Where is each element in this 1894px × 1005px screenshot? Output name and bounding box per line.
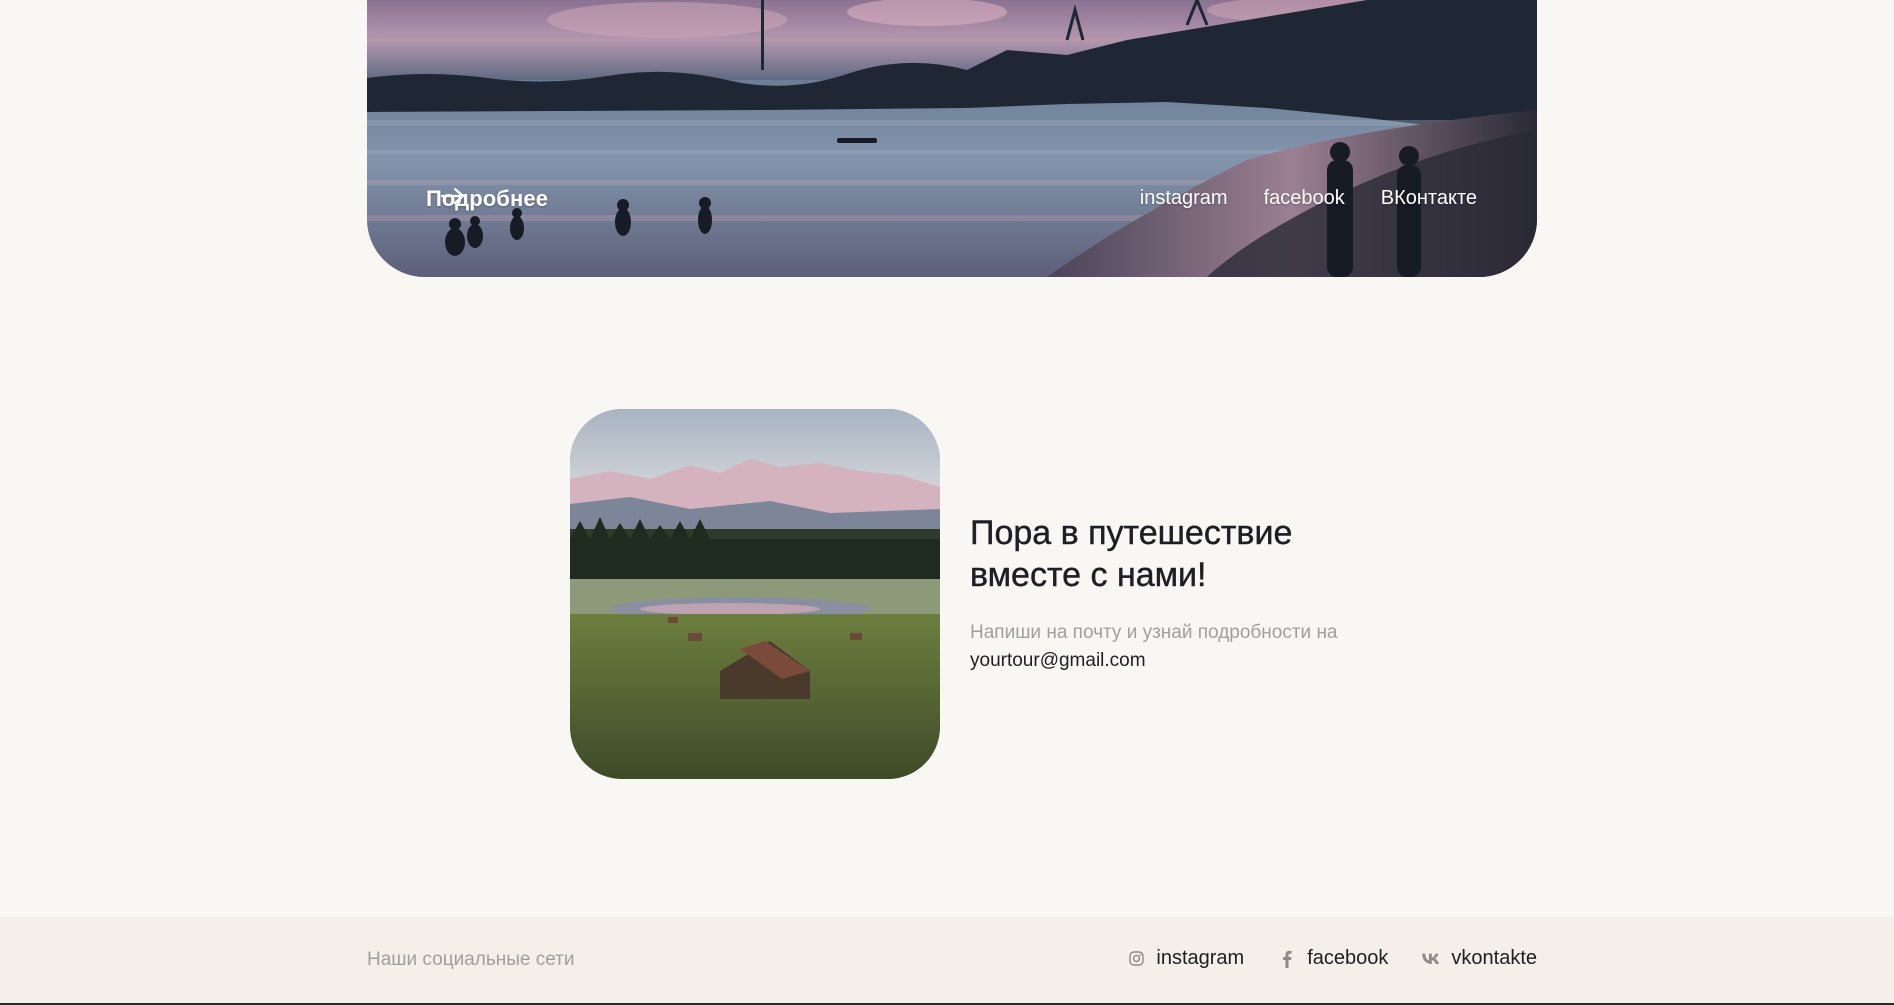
hero-link-facebook[interactable]: facebook (1264, 187, 1345, 210)
footer-link-facebook[interactable]: facebook (1278, 947, 1388, 970)
footer-link-vkontakte[interactable]: vkontakte (1422, 947, 1537, 970)
mountain-photo (570, 409, 940, 779)
hero-social-links: instagram facebook ВКонтакте (1140, 187, 1477, 210)
footer-social-links: instagram facebook vkontakte (1127, 947, 1537, 970)
cta-title: Пора в путешествие вместе с нами! (970, 514, 1293, 594)
cta-text: Напиши на почту и узнай подробности на y… (970, 619, 1390, 675)
footer-link-facebook-label: facebook (1307, 947, 1389, 969)
beach-photo (367, 0, 1537, 277)
hero-banner: Подробнее instagram facebook ВКонтакте (367, 0, 1537, 277)
footer-link-instagram-label: instagram (1156, 947, 1245, 969)
more-link[interactable]: Подробнее (426, 186, 548, 212)
arrow-right-icon (440, 187, 465, 205)
hero-link-instagram[interactable]: instagram (1140, 187, 1228, 210)
instagram-icon (1127, 950, 1145, 968)
email-link[interactable]: yourtour@gmail.com (970, 650, 1146, 671)
vk-icon (1422, 950, 1440, 968)
footer-label: Наши социальные сети (367, 949, 575, 970)
cta-text-prefix: Напиши на почту и узнай подробности на (970, 622, 1338, 643)
hero-link-vkontakte[interactable]: ВКонтакте (1381, 187, 1477, 210)
footer-link-vkontakte-label: vkontakte (1451, 947, 1537, 969)
footer-link-instagram[interactable]: instagram (1127, 947, 1244, 970)
footer: Наши социальные сети instagram facebook (0, 917, 1894, 1005)
facebook-icon (1278, 950, 1296, 968)
